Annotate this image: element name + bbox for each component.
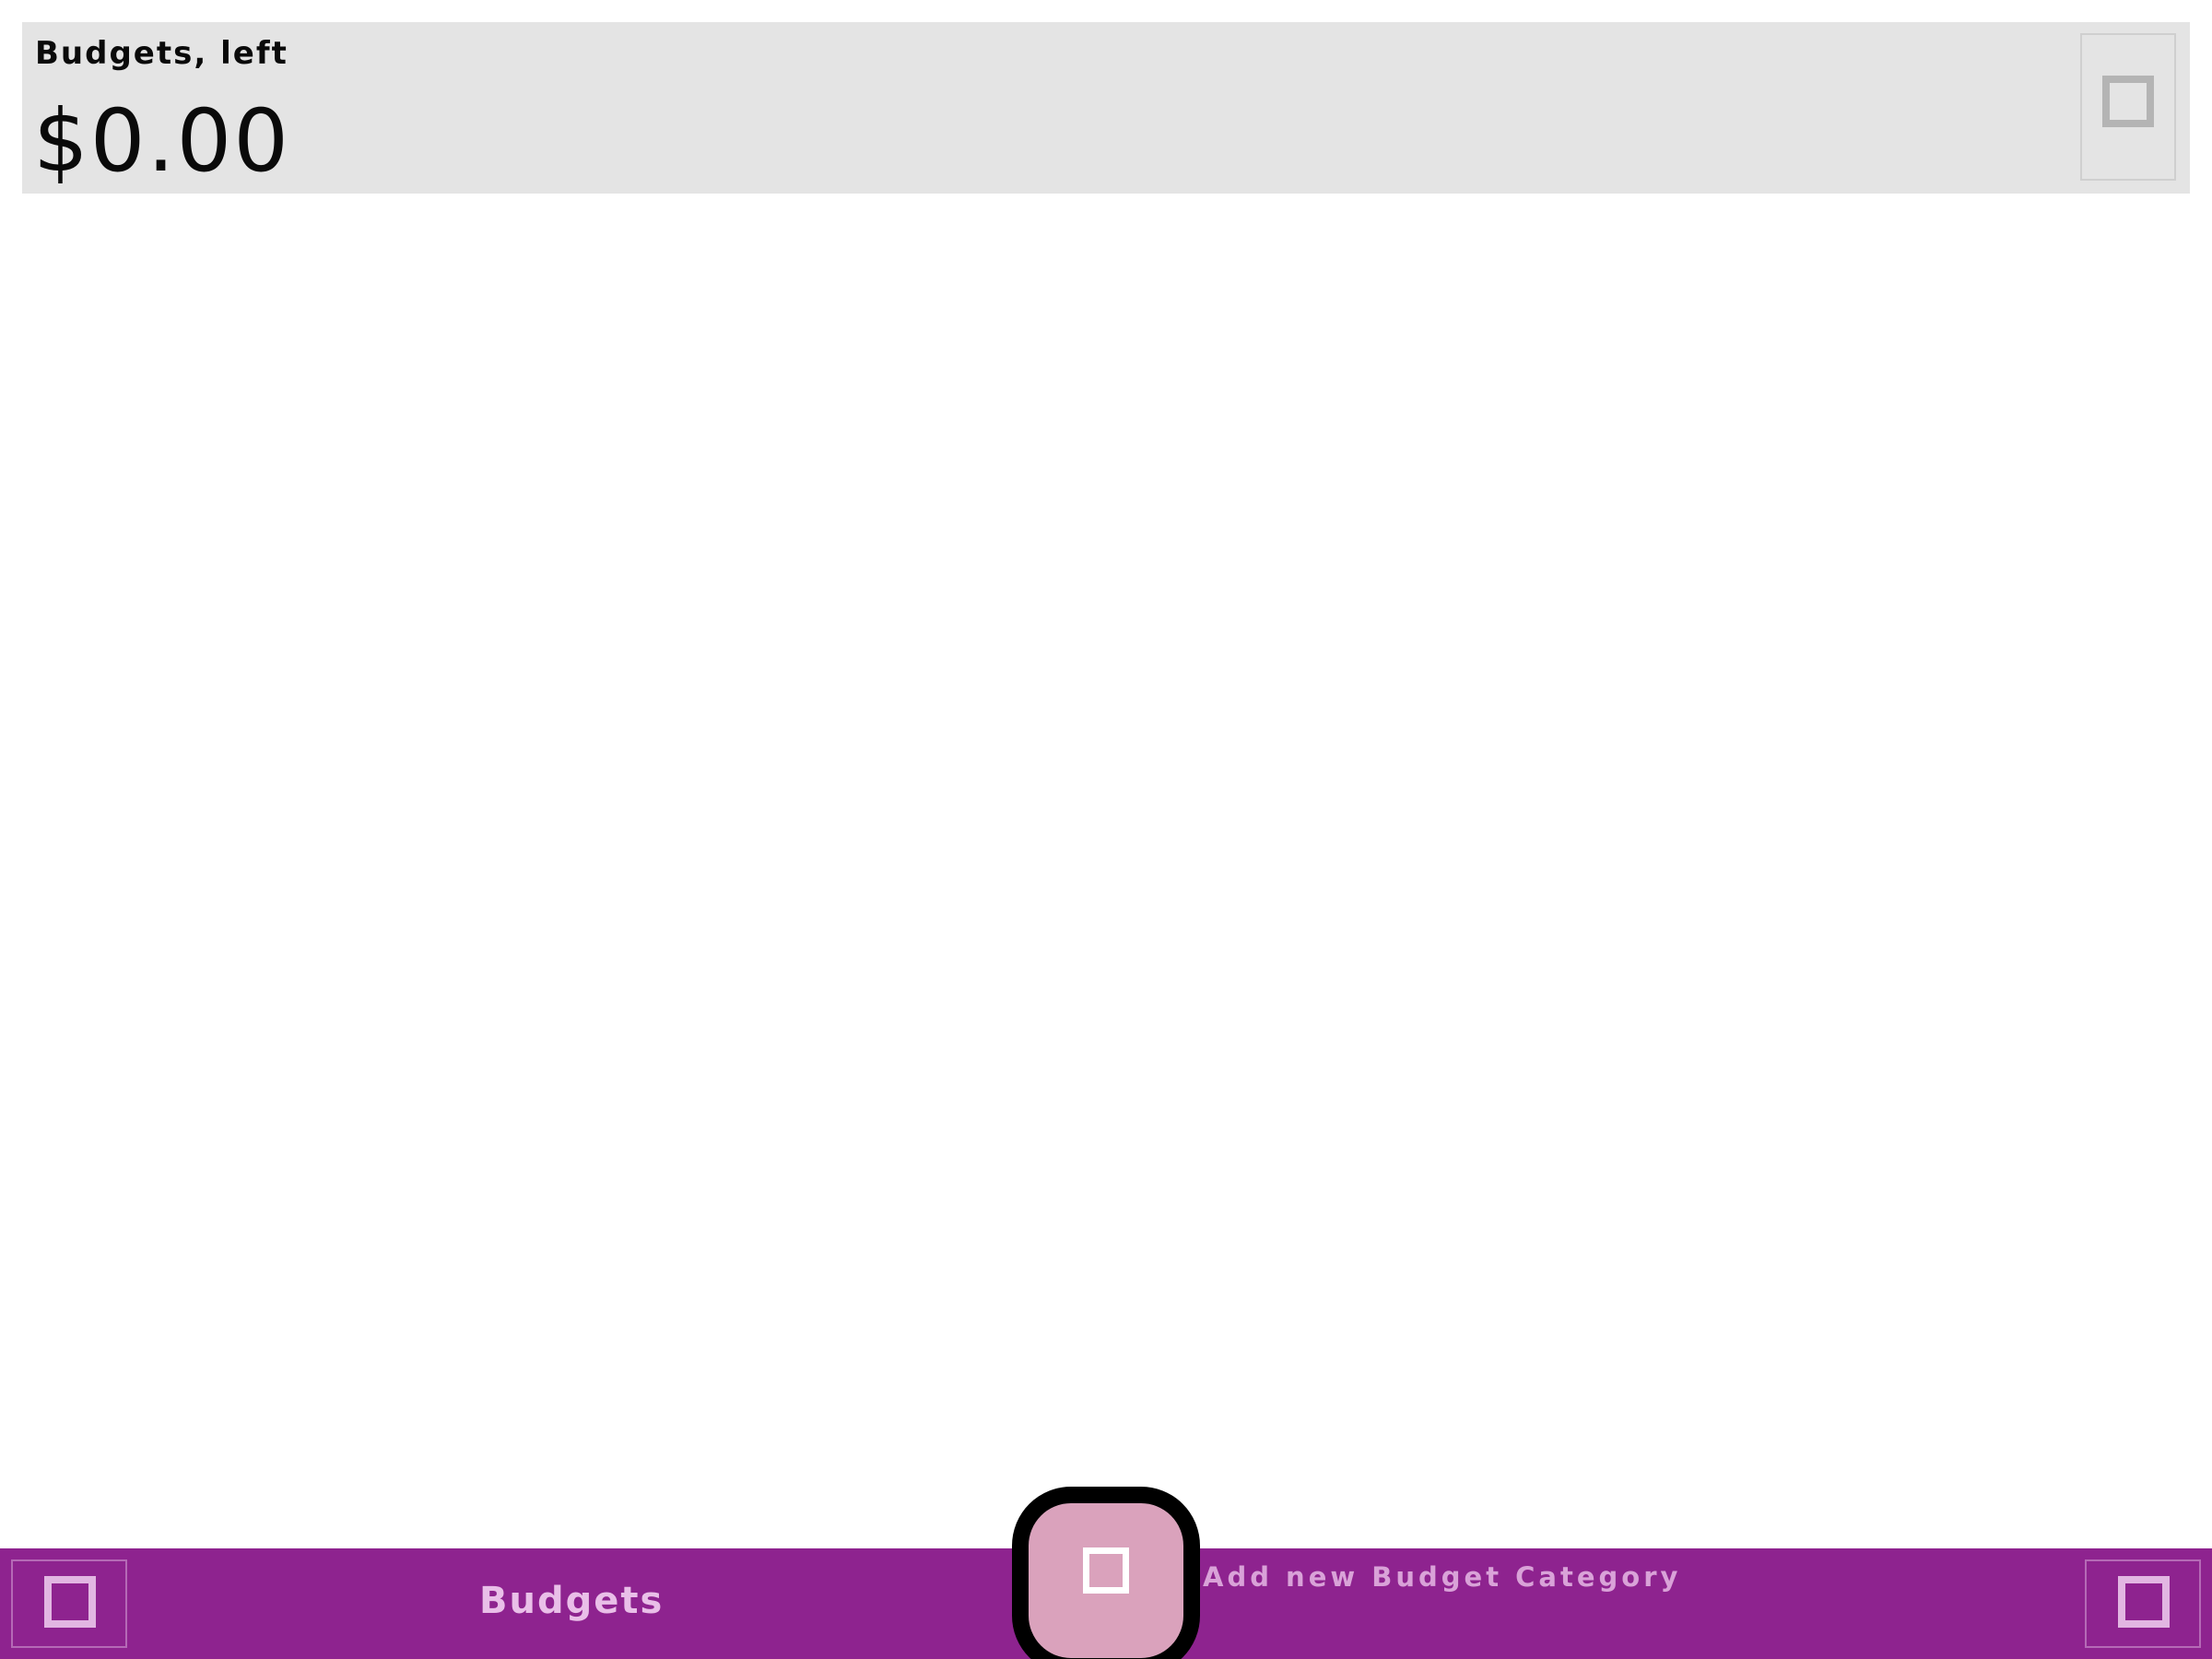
square-icon [44, 1576, 96, 1628]
budgets-left-amount: $0.00 [33, 91, 291, 192]
budgets-left-label: Budgets, left [35, 35, 288, 72]
budgets-screen: Budgets, left $0.00 Budgets Add new Budg… [0, 0, 2212, 1659]
bottom-bar-left-button[interactable] [11, 1559, 127, 1648]
add-budget-category-button[interactable] [1012, 1487, 1200, 1659]
bottom-bar-right-button[interactable] [2085, 1559, 2201, 1648]
square-icon [2102, 76, 2154, 127]
summary-action-button[interactable] [2080, 33, 2176, 181]
budget-summary-card: Budgets, left $0.00 [22, 22, 2190, 194]
square-icon [2118, 1576, 2170, 1628]
bottom-bar-title-budgets[interactable]: Budgets [479, 1580, 664, 1622]
add-budget-category-hint: Add new Budget Category [1203, 1561, 1682, 1593]
square-icon [1083, 1547, 1129, 1594]
